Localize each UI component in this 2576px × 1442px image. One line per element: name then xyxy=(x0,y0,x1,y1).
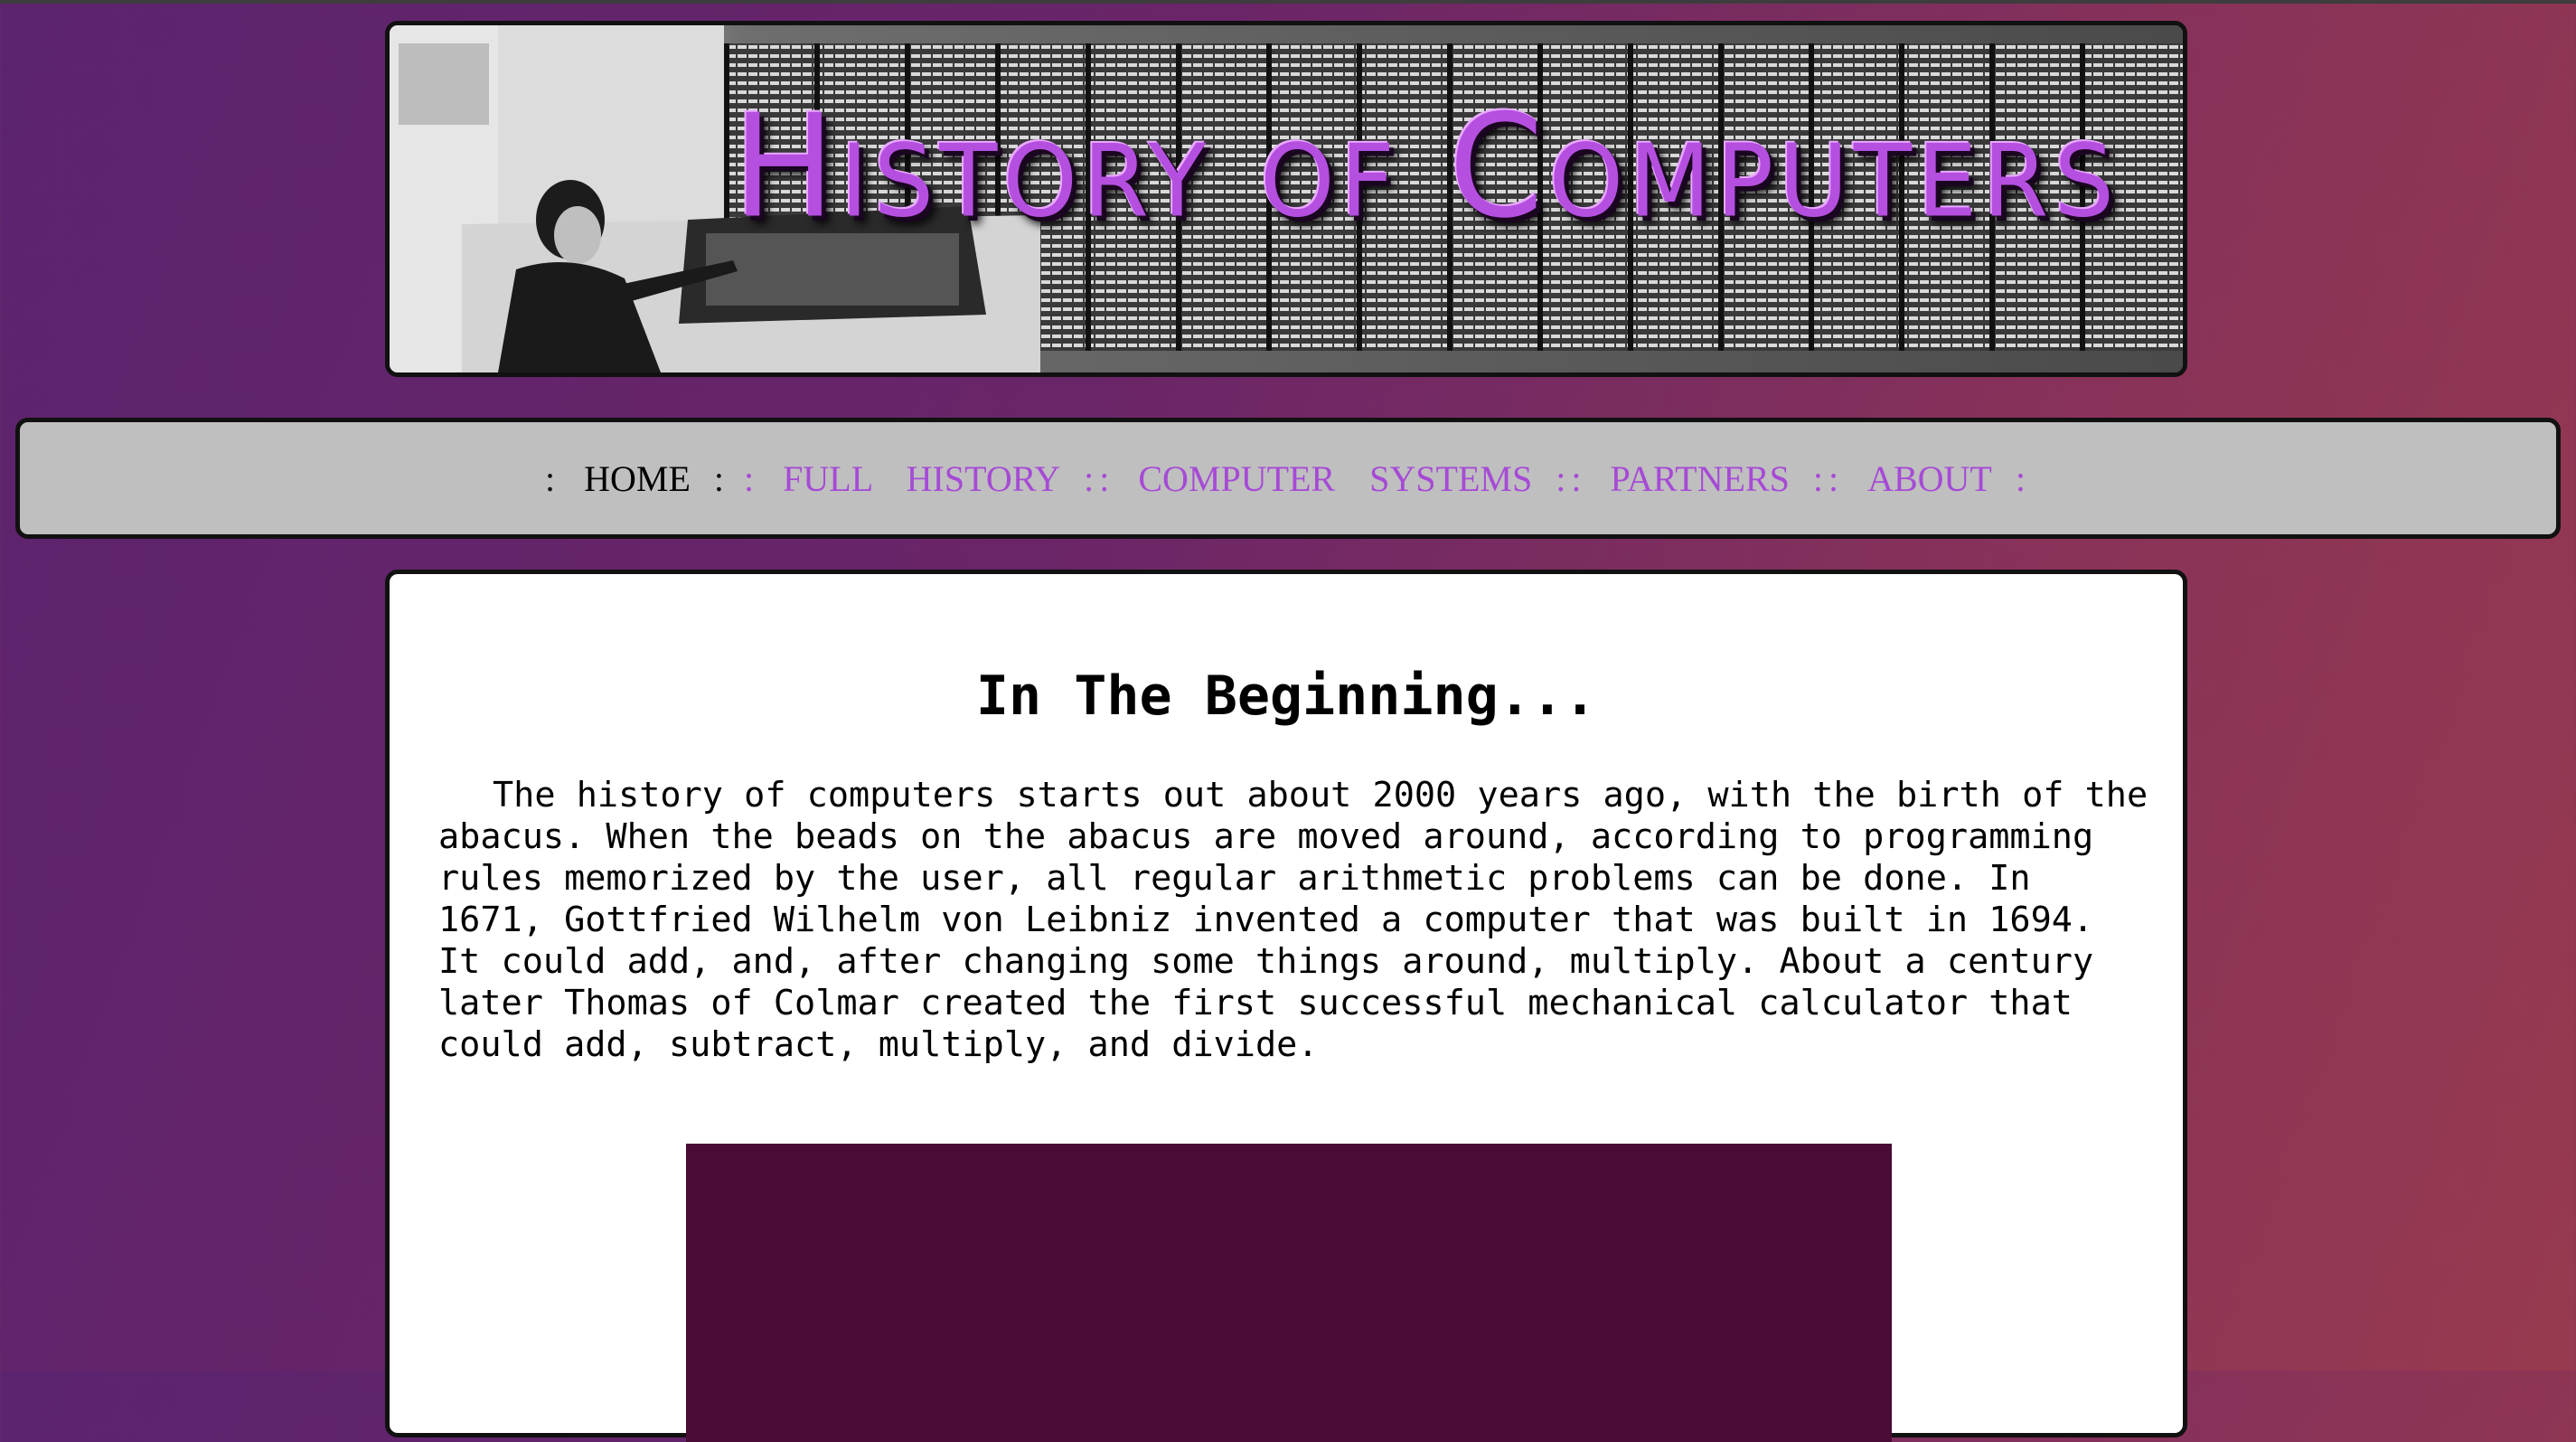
nav-separator: :: xyxy=(1084,457,1115,499)
nav-separator: :: xyxy=(1812,457,1845,499)
intro-paragraph: The history of computers starts out abou… xyxy=(438,775,2148,1065)
nav-item-partners[interactable]: PARTNERS xyxy=(1610,457,1789,500)
site-title: History of Computers xyxy=(732,84,2120,250)
nav-item-computer-systems[interactable]: COMPUTER SYSTEMS xyxy=(1138,457,1532,500)
nav-item-about[interactable]: ABOUT xyxy=(1867,457,1992,500)
main-content: In The Beginning... The history of compu… xyxy=(385,570,2187,1442)
nav-item-home[interactable]: HOME xyxy=(584,457,691,500)
nav-separator: :: xyxy=(1556,457,1587,499)
nav-separator: : xyxy=(545,457,561,499)
header-banner: History of Computers xyxy=(385,21,2187,377)
nav-item-full-history[interactable]: FULL HISTORY xyxy=(783,457,1060,500)
nav-separator: : xyxy=(744,457,760,499)
nav-separator: : xyxy=(2015,457,2031,499)
media-placeholder xyxy=(686,1144,1892,1442)
page-heading: In The Beginning... xyxy=(975,664,1597,728)
nav-separator: : xyxy=(713,457,730,499)
main-nav: : HOME :: FULL HISTORY :: COMPUTER SYSTE… xyxy=(15,418,2561,539)
top-edge-line xyxy=(0,0,2576,4)
